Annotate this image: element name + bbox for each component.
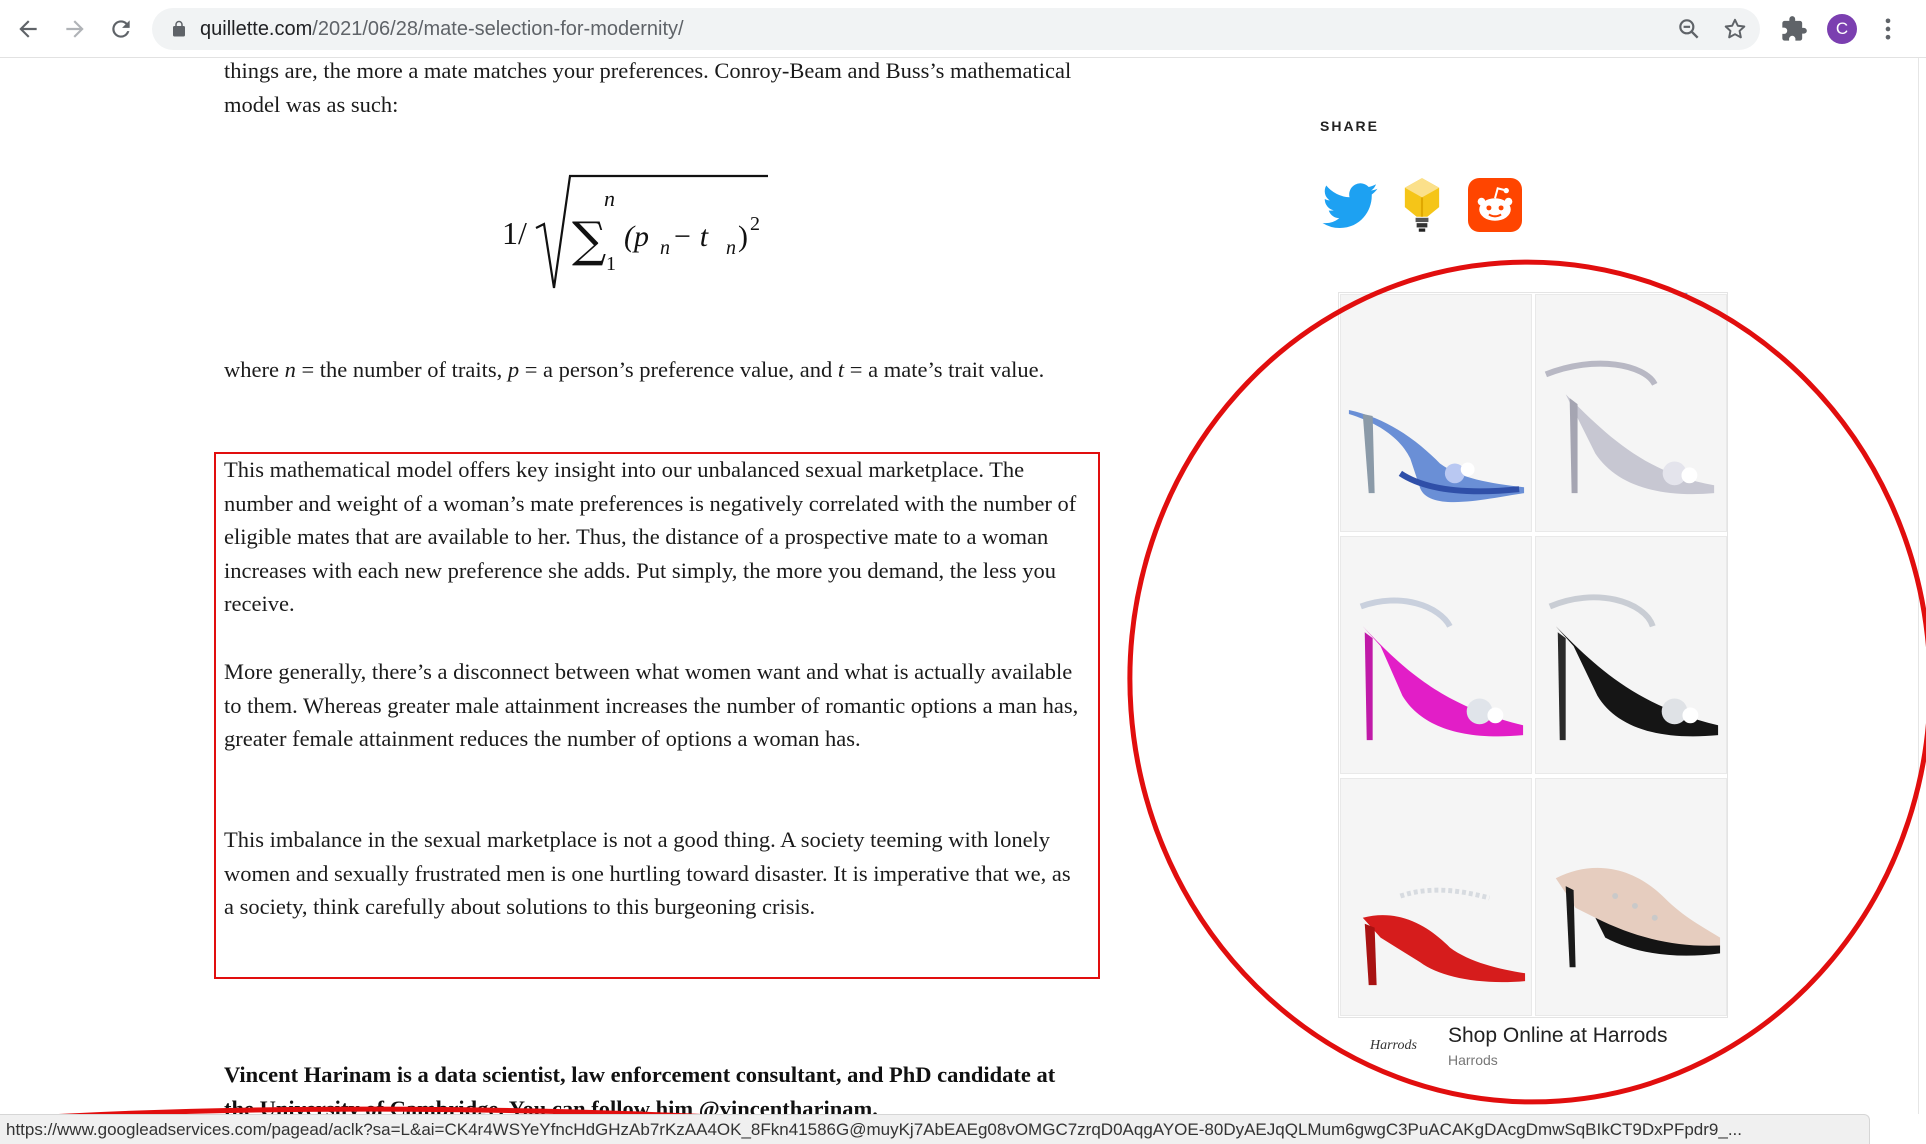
shoe-image xyxy=(1348,410,1525,503)
ad-product-black-satin-bow-heel[interactable] xyxy=(1535,536,1727,774)
ad-product-red-patent-pump[interactable] xyxy=(1340,778,1532,1016)
zoom-icon[interactable] xyxy=(1676,16,1702,42)
twitter-icon[interactable] xyxy=(1320,176,1380,236)
forward-button[interactable] xyxy=(57,11,93,47)
radical-sign xyxy=(535,174,768,289)
ad-product-studded-slingback[interactable] xyxy=(1535,778,1727,1016)
formula-sigma: ∑ xyxy=(572,212,606,268)
formula-minus: − t xyxy=(672,220,709,253)
shoe-image xyxy=(1362,887,1526,986)
formula-exp: 2 xyxy=(750,213,760,235)
link-status-bar: https://www.googleadservices.com/pagead/… xyxy=(0,1114,1870,1144)
more-vertical-icon[interactable] xyxy=(1874,15,1902,43)
ad-headline[interactable]: Shop Online at Harrods xyxy=(1448,1024,1667,1048)
url-text: quillette.com/2021/06/28/mate-selection-… xyxy=(200,18,684,40)
formula-sub2: n xyxy=(726,237,736,259)
paragraph-intro: things are, the more a mate matches your… xyxy=(224,58,1072,117)
extensions-puzzle-icon[interactable] xyxy=(1780,15,1808,43)
paragraph-imbalance: This imbalance in the sexual marketplace… xyxy=(224,827,1071,919)
browser-toolbar: quillette.com/2021/06/28/mate-selection-… xyxy=(0,0,1926,58)
formula-close: ) xyxy=(738,220,748,253)
idea-bulb-icon[interactable] xyxy=(1395,176,1449,236)
lock-icon xyxy=(173,20,185,37)
status-url: https://www.googleadservices.com/pagead/… xyxy=(6,1120,1743,1139)
profile-avatar[interactable]: C xyxy=(1827,14,1857,44)
formula-body: (p xyxy=(624,220,649,253)
ad-product-pink-satin-bow-heel[interactable] xyxy=(1340,536,1532,774)
formula-upper: n xyxy=(604,186,615,211)
address-bar[interactable]: quillette.com/2021/06/28/mate-selection-… xyxy=(152,8,1760,50)
shoe-image xyxy=(1544,360,1715,495)
shoe-image xyxy=(1548,594,1719,741)
formula-image: 1/ ∑ n 1 (p n − t n ) 2 xyxy=(502,174,768,289)
arrow-right-icon xyxy=(66,20,84,38)
share-label: SHARE xyxy=(1320,118,1380,134)
ad-product-silver-glitter-heel[interactable] xyxy=(1535,294,1727,532)
ad-product-blue-jeweled-mule[interactable] xyxy=(1340,294,1532,532)
back-button[interactable] xyxy=(10,11,46,47)
paragraph-insight: This mathematical model offers key insig… xyxy=(224,457,1077,616)
formula-sub1: n xyxy=(660,237,670,259)
formula-lead: 1/ xyxy=(502,215,527,251)
reddit-icon[interactable] xyxy=(1468,178,1522,232)
paragraph-disconnect: More generally, there’s a disconnect bet… xyxy=(224,659,1079,751)
harrods-logo: Harrods xyxy=(1370,1038,1417,1053)
reload-icon xyxy=(112,20,130,38)
arrow-left-icon xyxy=(19,20,37,38)
page-scroll-edge[interactable] xyxy=(1918,58,1926,1114)
shoe-image xyxy=(1555,867,1721,968)
shoe-image xyxy=(1359,597,1524,741)
formula-lower: 1 xyxy=(606,253,616,275)
ad-advertiser-name: Harrods xyxy=(1448,1052,1498,1068)
reload-button[interactable] xyxy=(103,11,139,47)
paragraph-where: where n = the number of traits, p = a pe… xyxy=(224,357,1045,382)
bookmark-star-icon[interactable] xyxy=(1722,16,1748,42)
